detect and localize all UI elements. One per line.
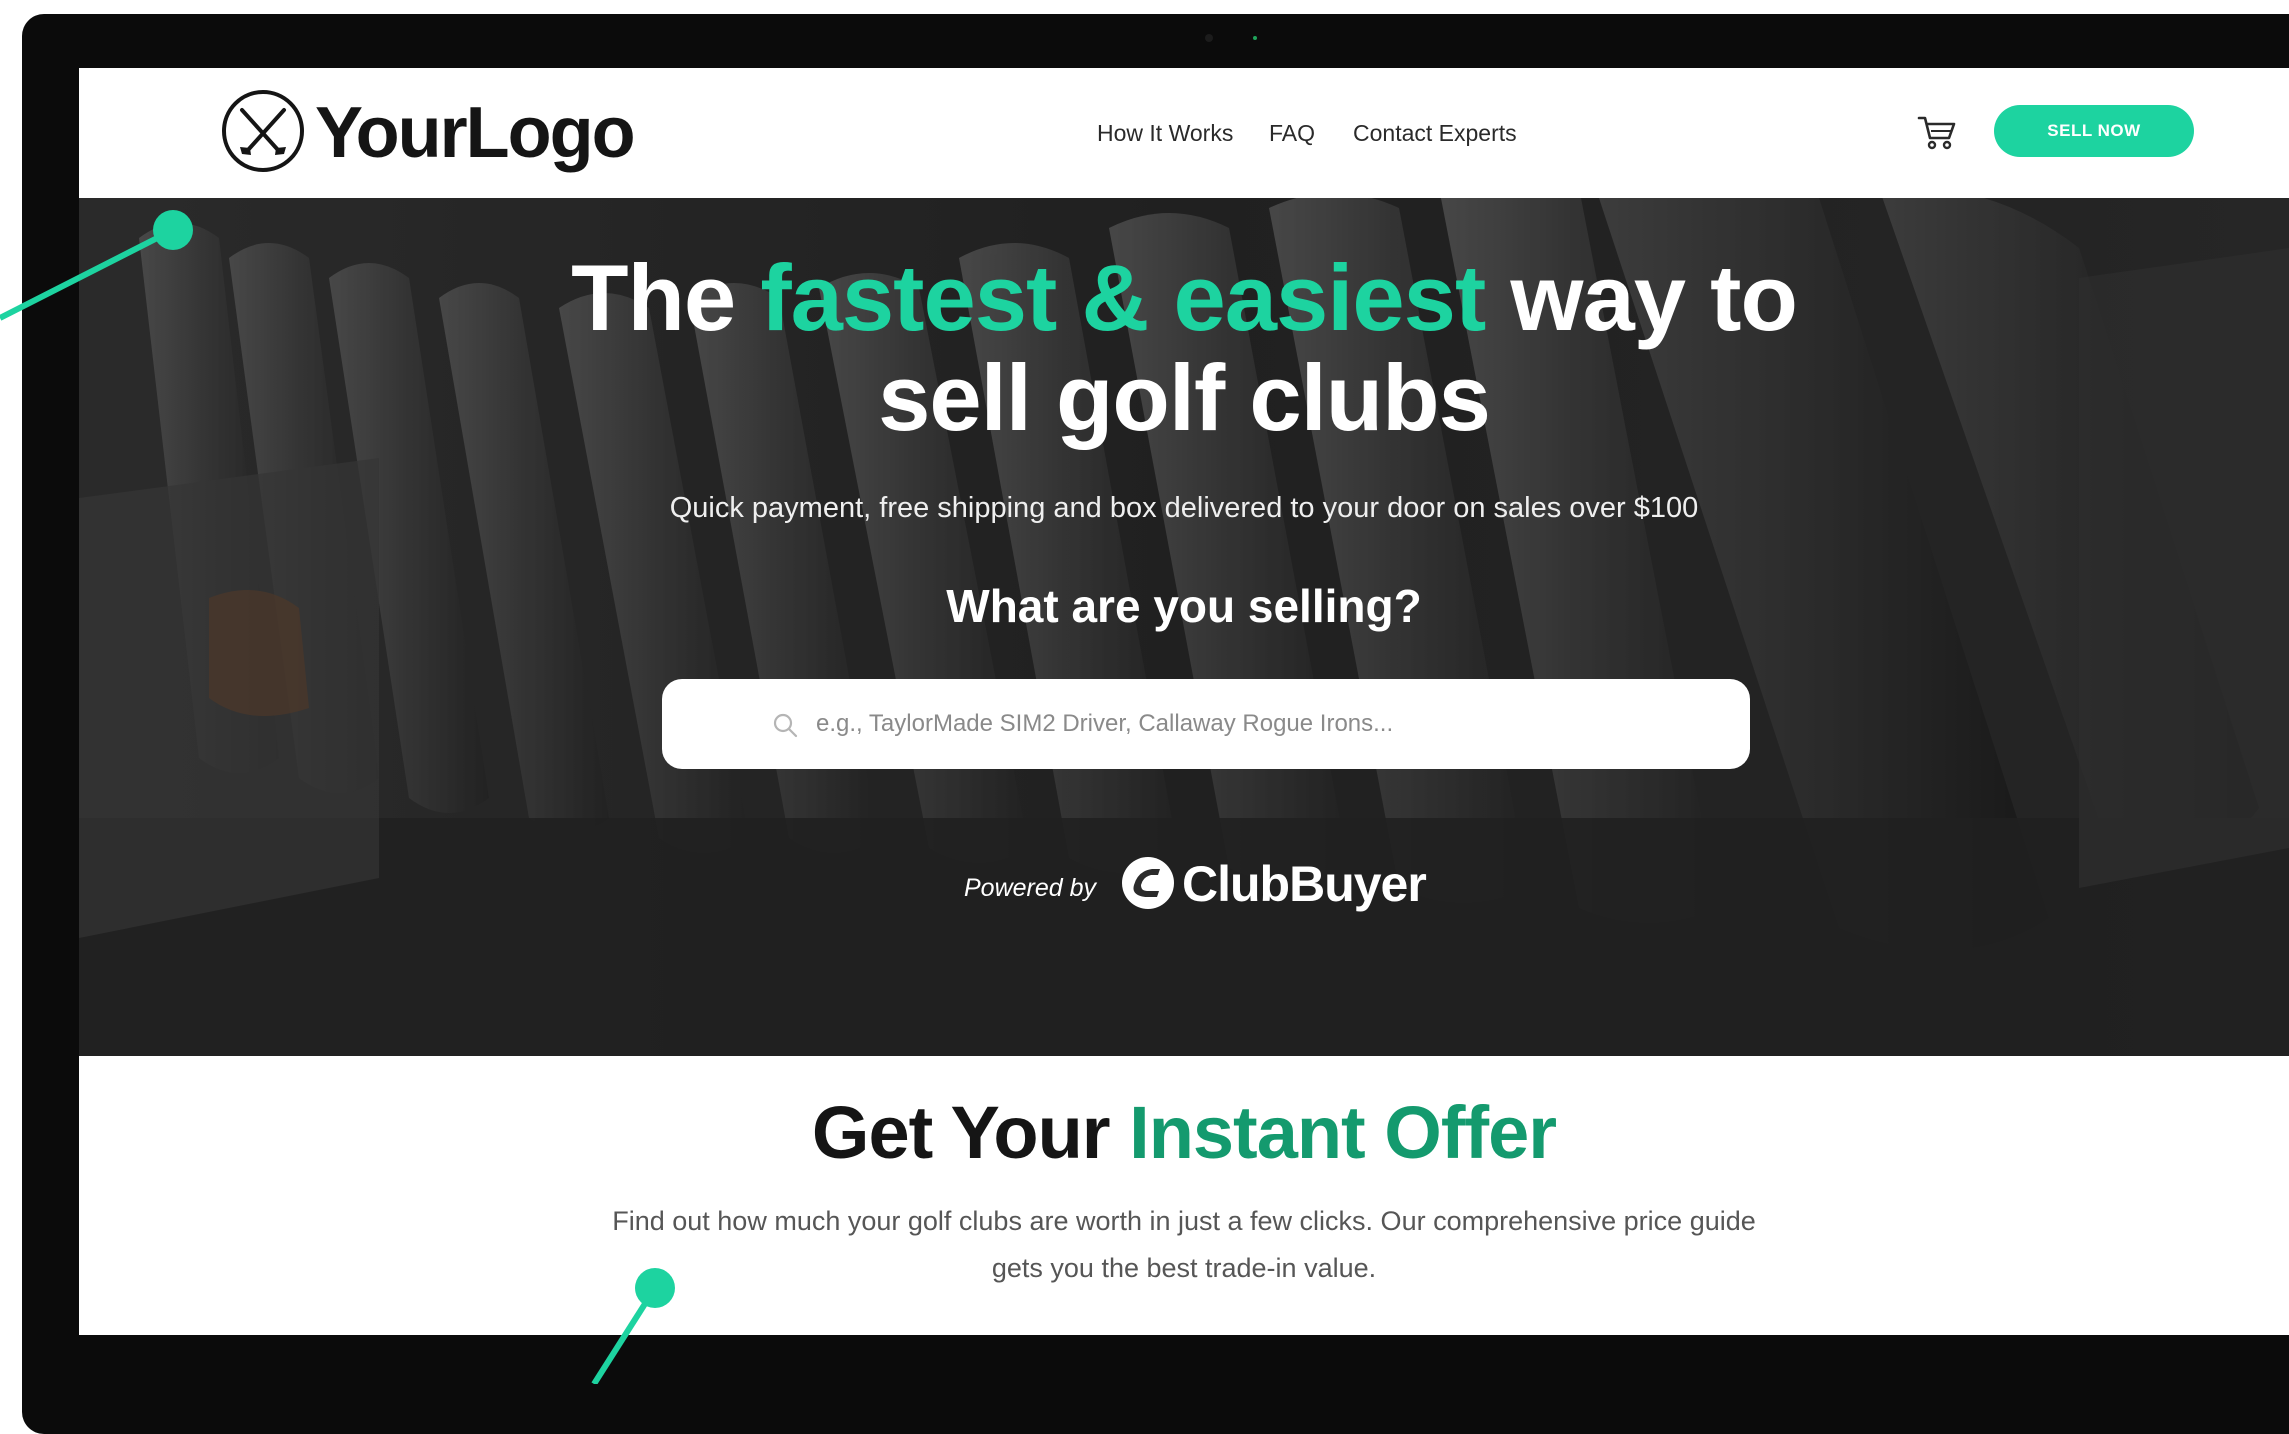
selling-question: What are you selling? bbox=[946, 580, 1422, 632]
website-screen: YourLogo How It Works FAQ Contact Expert… bbox=[79, 68, 2289, 1335]
offer-desc-line1: Find out how much your golf clubs are wo… bbox=[612, 1206, 1756, 1236]
crossed-clubs-icon bbox=[222, 90, 304, 172]
instant-offer-section: Get Your Instant Offer Find out how much… bbox=[79, 1056, 2289, 1335]
logo-text[interactable]: YourLogo bbox=[315, 90, 636, 176]
hero-title-line2: sell golf clubs bbox=[878, 345, 1491, 450]
hero-subtitle: Quick payment, free shipping and box del… bbox=[669, 492, 1699, 524]
nav-contact-experts[interactable]: Contact Experts bbox=[1353, 118, 1517, 148]
offer-title-accent: Instant Offer bbox=[1129, 1091, 1557, 1174]
hero-section: The fastest & easiest way to sell golf c… bbox=[79, 198, 2289, 1056]
offer-title-pre: Get Your bbox=[811, 1091, 1130, 1174]
nav-faq[interactable]: FAQ bbox=[1269, 118, 1315, 148]
nav-how-it-works[interactable]: How It Works bbox=[1097, 118, 1233, 148]
clubbuyer-logo-icon bbox=[1122, 857, 1174, 909]
search-input[interactable] bbox=[816, 704, 1716, 744]
webcam-led bbox=[1253, 36, 1257, 40]
clubbuyer-brand-name[interactable]: ClubBuyer bbox=[1182, 856, 1427, 912]
hero-title: The fastest & easiest way to sell golf c… bbox=[79, 248, 2289, 448]
hero-title-pre: The bbox=[571, 245, 761, 350]
offer-description: Find out how much your golf clubs are wo… bbox=[79, 1198, 2289, 1292]
powered-by-label: Powered by bbox=[964, 874, 1097, 902]
hero-title-accent: fastest & easiest bbox=[760, 245, 1486, 350]
top-navbar: YourLogo How It Works FAQ Contact Expert… bbox=[79, 68, 2289, 198]
hero-title-post: way to bbox=[1485, 245, 1798, 350]
offer-title: Get Your Instant Offer bbox=[79, 1090, 2289, 1176]
sell-now-button[interactable]: SELL NOW bbox=[1994, 105, 2194, 157]
cart-icon[interactable] bbox=[1915, 110, 1959, 154]
offer-desc-line2: gets you the best trade-in value. bbox=[991, 1253, 1377, 1283]
search-icon bbox=[773, 713, 798, 738]
webcam bbox=[1205, 34, 1213, 42]
